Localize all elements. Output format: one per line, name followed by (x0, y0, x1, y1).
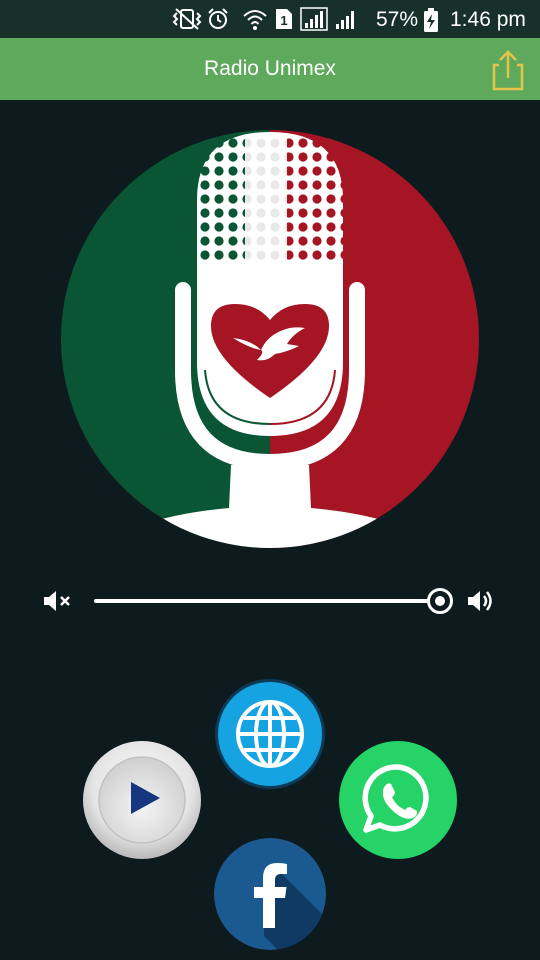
clock: 1:46 pm (450, 8, 526, 31)
play-button[interactable] (82, 740, 202, 860)
svg-text:1: 1 (280, 13, 287, 28)
sim-1-icon: 1 (276, 9, 292, 29)
alarm-icon (208, 8, 228, 29)
microphone-heart-logo (61, 130, 479, 548)
volume-control (0, 580, 540, 622)
volume-slider-thumb[interactable] (427, 588, 453, 614)
globe-icon (236, 700, 304, 768)
wifi-icon (243, 10, 267, 30)
website-button[interactable] (214, 678, 326, 790)
battery-percent: 57% (376, 8, 419, 31)
volume-up-icon[interactable] (466, 588, 494, 614)
whatsapp-button[interactable] (338, 740, 458, 860)
app-title: Radio Unimex (204, 57, 336, 80)
vibrate-icon (172, 8, 202, 30)
battery-charging-icon (424, 8, 438, 32)
app-bar: Radio Unimex (0, 38, 540, 100)
share-icon[interactable] (488, 48, 528, 92)
status-bar: 1 57% 1:46 pm (0, 0, 540, 38)
volume-mute-icon[interactable] (42, 588, 72, 614)
volume-slider-track[interactable] (94, 599, 440, 603)
signal-icon (300, 7, 328, 31)
signal-icon (336, 11, 354, 29)
facebook-button[interactable] (214, 838, 326, 950)
